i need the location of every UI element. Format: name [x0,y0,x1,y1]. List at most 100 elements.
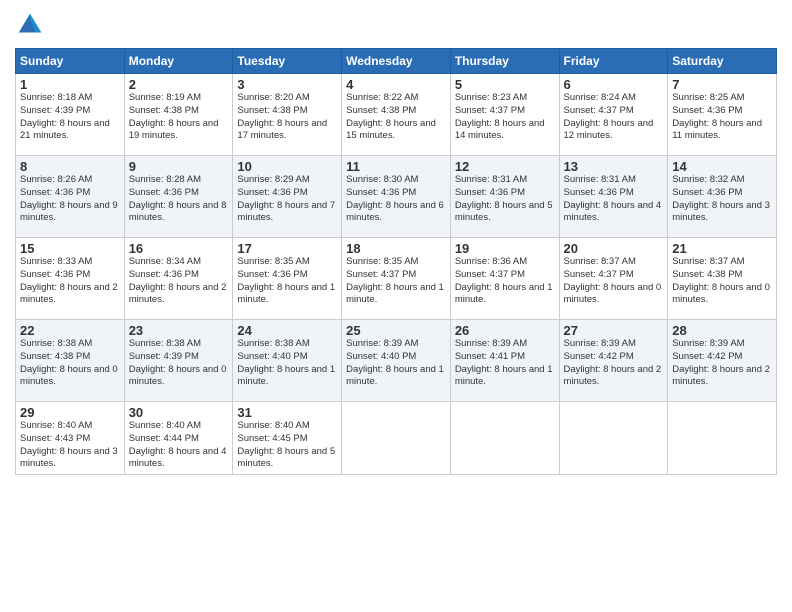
day-info: Sunrise: 8:39 AMSunset: 4:41 PMDaylight:… [455,338,555,389]
day-info: Sunrise: 8:37 AMSunset: 4:37 PMDaylight:… [564,256,664,307]
day-number: 3 [237,77,337,92]
day-info: Sunrise: 8:23 AMSunset: 4:37 PMDaylight:… [455,92,555,143]
day-number: 10 [237,159,337,174]
calendar-cell [668,402,777,475]
day-info: Sunrise: 8:19 AMSunset: 4:38 PMDaylight:… [129,92,229,143]
day-info: Sunrise: 8:18 AMSunset: 4:39 PMDaylight:… [20,92,120,143]
page: SundayMondayTuesdayWednesdayThursdayFrid… [0,0,792,612]
calendar-cell: 14Sunrise: 8:32 AMSunset: 4:36 PMDayligh… [668,156,777,238]
calendar-cell: 16Sunrise: 8:34 AMSunset: 4:36 PMDayligh… [124,238,233,320]
day-number: 2 [129,77,229,92]
day-info: Sunrise: 8:40 AMSunset: 4:45 PMDaylight:… [237,420,337,471]
day-info: Sunrise: 8:34 AMSunset: 4:36 PMDaylight:… [129,256,229,307]
calendar-cell: 25Sunrise: 8:39 AMSunset: 4:40 PMDayligh… [342,320,451,402]
day-number: 30 [129,405,229,420]
day-info: Sunrise: 8:26 AMSunset: 4:36 PMDaylight:… [20,174,120,225]
day-info: Sunrise: 8:30 AMSunset: 4:36 PMDaylight:… [346,174,446,225]
day-number: 28 [672,323,772,338]
day-number: 6 [564,77,664,92]
calendar-cell: 2Sunrise: 8:19 AMSunset: 4:38 PMDaylight… [124,74,233,156]
day-info: Sunrise: 8:36 AMSunset: 4:37 PMDaylight:… [455,256,555,307]
week-row-5: 29Sunrise: 8:40 AMSunset: 4:43 PMDayligh… [16,402,777,475]
day-number: 26 [455,323,555,338]
day-number: 5 [455,77,555,92]
calendar-cell: 21Sunrise: 8:37 AMSunset: 4:38 PMDayligh… [668,238,777,320]
calendar-header-row: SundayMondayTuesdayWednesdayThursdayFrid… [16,49,777,74]
day-number: 15 [20,241,120,256]
calendar-cell: 11Sunrise: 8:30 AMSunset: 4:36 PMDayligh… [342,156,451,238]
day-info: Sunrise: 8:39 AMSunset: 4:40 PMDaylight:… [346,338,446,389]
day-number: 19 [455,241,555,256]
calendar-cell [342,402,451,475]
header-thursday: Thursday [450,49,559,74]
day-info: Sunrise: 8:32 AMSunset: 4:36 PMDaylight:… [672,174,772,225]
calendar-cell: 1Sunrise: 8:18 AMSunset: 4:39 PMDaylight… [16,74,125,156]
day-number: 1 [20,77,120,92]
day-info: Sunrise: 8:24 AMSunset: 4:37 PMDaylight:… [564,92,664,143]
day-info: Sunrise: 8:38 AMSunset: 4:38 PMDaylight:… [20,338,120,389]
day-info: Sunrise: 8:29 AMSunset: 4:36 PMDaylight:… [237,174,337,225]
day-info: Sunrise: 8:40 AMSunset: 4:44 PMDaylight:… [129,420,229,471]
calendar-cell: 24Sunrise: 8:38 AMSunset: 4:40 PMDayligh… [233,320,342,402]
day-number: 16 [129,241,229,256]
day-info: Sunrise: 8:25 AMSunset: 4:36 PMDaylight:… [672,92,772,143]
day-number: 25 [346,323,446,338]
calendar-cell: 29Sunrise: 8:40 AMSunset: 4:43 PMDayligh… [16,402,125,475]
day-number: 27 [564,323,664,338]
calendar-cell: 19Sunrise: 8:36 AMSunset: 4:37 PMDayligh… [450,238,559,320]
header-wednesday: Wednesday [342,49,451,74]
day-number: 18 [346,241,446,256]
header-saturday: Saturday [668,49,777,74]
day-number: 7 [672,77,772,92]
calendar-cell: 8Sunrise: 8:26 AMSunset: 4:36 PMDaylight… [16,156,125,238]
calendar-cell: 4Sunrise: 8:22 AMSunset: 4:38 PMDaylight… [342,74,451,156]
day-number: 9 [129,159,229,174]
day-info: Sunrise: 8:35 AMSunset: 4:36 PMDaylight:… [237,256,337,307]
calendar-cell: 7Sunrise: 8:25 AMSunset: 4:36 PMDaylight… [668,74,777,156]
day-info: Sunrise: 8:22 AMSunset: 4:38 PMDaylight:… [346,92,446,143]
calendar-cell: 20Sunrise: 8:37 AMSunset: 4:37 PMDayligh… [559,238,668,320]
day-info: Sunrise: 8:37 AMSunset: 4:38 PMDaylight:… [672,256,772,307]
day-info: Sunrise: 8:28 AMSunset: 4:36 PMDaylight:… [129,174,229,225]
calendar-cell: 10Sunrise: 8:29 AMSunset: 4:36 PMDayligh… [233,156,342,238]
day-number: 11 [346,159,446,174]
day-number: 24 [237,323,337,338]
day-info: Sunrise: 8:38 AMSunset: 4:39 PMDaylight:… [129,338,229,389]
calendar-cell: 9Sunrise: 8:28 AMSunset: 4:36 PMDaylight… [124,156,233,238]
day-number: 17 [237,241,337,256]
header-sunday: Sunday [16,49,125,74]
day-number: 13 [564,159,664,174]
calendar-cell: 30Sunrise: 8:40 AMSunset: 4:44 PMDayligh… [124,402,233,475]
day-info: Sunrise: 8:35 AMSunset: 4:37 PMDaylight:… [346,256,446,307]
calendar-cell: 17Sunrise: 8:35 AMSunset: 4:36 PMDayligh… [233,238,342,320]
day-number: 8 [20,159,120,174]
day-number: 21 [672,241,772,256]
week-row-2: 8Sunrise: 8:26 AMSunset: 4:36 PMDaylight… [16,156,777,238]
calendar-cell: 27Sunrise: 8:39 AMSunset: 4:42 PMDayligh… [559,320,668,402]
calendar-cell: 5Sunrise: 8:23 AMSunset: 4:37 PMDaylight… [450,74,559,156]
day-number: 29 [20,405,120,420]
day-number: 20 [564,241,664,256]
day-info: Sunrise: 8:31 AMSunset: 4:36 PMDaylight:… [455,174,555,225]
week-row-3: 15Sunrise: 8:33 AMSunset: 4:36 PMDayligh… [16,238,777,320]
calendar-cell: 6Sunrise: 8:24 AMSunset: 4:37 PMDaylight… [559,74,668,156]
calendar-cell: 22Sunrise: 8:38 AMSunset: 4:38 PMDayligh… [16,320,125,402]
day-info: Sunrise: 8:38 AMSunset: 4:40 PMDaylight:… [237,338,337,389]
day-info: Sunrise: 8:39 AMSunset: 4:42 PMDaylight:… [564,338,664,389]
day-number: 14 [672,159,772,174]
day-number: 22 [20,323,120,338]
day-info: Sunrise: 8:40 AMSunset: 4:43 PMDaylight:… [20,420,120,471]
logo-icon [15,10,45,40]
header-monday: Monday [124,49,233,74]
day-info: Sunrise: 8:31 AMSunset: 4:36 PMDaylight:… [564,174,664,225]
day-info: Sunrise: 8:33 AMSunset: 4:36 PMDaylight:… [20,256,120,307]
calendar-cell: 23Sunrise: 8:38 AMSunset: 4:39 PMDayligh… [124,320,233,402]
calendar-cell: 26Sunrise: 8:39 AMSunset: 4:41 PMDayligh… [450,320,559,402]
day-number: 31 [237,405,337,420]
header [15,10,777,40]
calendar-cell: 18Sunrise: 8:35 AMSunset: 4:37 PMDayligh… [342,238,451,320]
calendar-cell: 28Sunrise: 8:39 AMSunset: 4:42 PMDayligh… [668,320,777,402]
header-tuesday: Tuesday [233,49,342,74]
day-info: Sunrise: 8:39 AMSunset: 4:42 PMDaylight:… [672,338,772,389]
calendar: SundayMondayTuesdayWednesdayThursdayFrid… [15,48,777,475]
